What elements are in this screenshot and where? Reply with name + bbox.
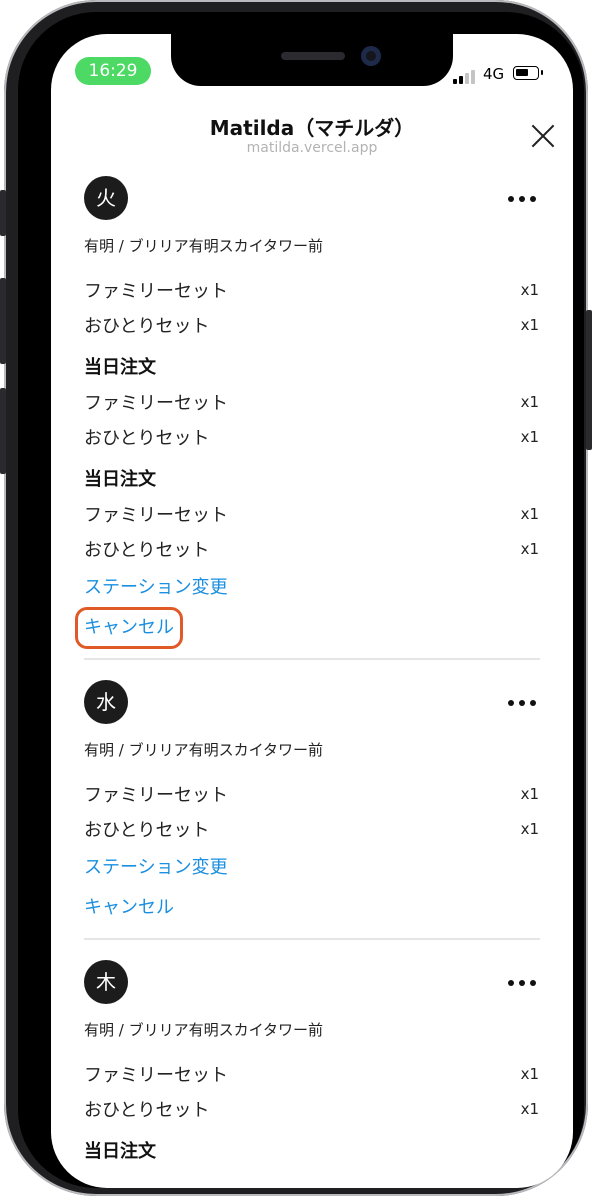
volume-up-button xyxy=(0,278,6,364)
phone-frame: 16:29 4G Matilda（マチルダ） matilda.vercel.ap… xyxy=(0,0,592,1196)
item-name: おひとりセット xyxy=(84,315,210,337)
power-button xyxy=(586,310,592,450)
phone-bezel: 16:29 4G Matilda（マチルダ） matilda.vercel.ap… xyxy=(18,12,584,1188)
order-item-row: おひとりセット x1 xyxy=(84,307,540,342)
day-header: 水 xyxy=(84,680,540,726)
station-name: 有明 / ブリリア有明スカイタワー前 xyxy=(84,237,323,255)
order-list: 火有明 / ブリリア有明スカイタワー前 ファミリーセット x1 おひとりセット x1 当日… xyxy=(75,176,540,1188)
order-group: ファミリーセット x1 おひとりセット x1 xyxy=(84,776,540,846)
mute-switch xyxy=(0,190,6,236)
item-name: ファミリーセット xyxy=(84,504,228,526)
item-quantity: x1 xyxy=(520,1099,539,1118)
order-group: ファミリーセット x1 おひとりセット x1 xyxy=(84,272,540,342)
day-header: 火 xyxy=(84,176,540,222)
station-name: 有明 / ブリリア有明スカイタワー前 xyxy=(84,741,323,759)
close-icon[interactable] xyxy=(529,122,557,150)
battery-icon xyxy=(513,66,543,80)
item-quantity: x1 xyxy=(520,784,539,803)
item-quantity: x1 xyxy=(520,819,539,838)
order-item-row: おひとりセット x1 xyxy=(84,1091,540,1126)
more-icon[interactable] xyxy=(508,980,536,986)
signal-icon xyxy=(453,68,479,84)
day-header: 木 xyxy=(84,960,540,1006)
group-title: 当日注文 xyxy=(84,357,156,378)
group-title: 当日注文 xyxy=(84,469,156,490)
group-title: 当日注文 xyxy=(84,1141,156,1162)
item-name: おひとりセット xyxy=(84,819,210,841)
change-station-link[interactable]: ステーション変更 xyxy=(84,856,540,880)
item-quantity: x1 xyxy=(520,280,539,299)
item-name: おひとりセット xyxy=(84,539,210,561)
cancel-link[interactable]: キャンセル xyxy=(75,607,183,649)
day-card: 木有明 / ブリリア有明スカイタワー前ファミリーセット x1 おひとりセット x1 当日… xyxy=(84,938,540,1188)
front-camera-icon xyxy=(361,46,381,66)
order-item-row: ファミリーセット x1 xyxy=(84,496,540,531)
status-time: 16:29 xyxy=(75,57,151,85)
cancel-link[interactable]: キャンセル xyxy=(84,896,174,920)
order-group: 当日注文ファミリーセット x1 おひとりセット x1 xyxy=(84,468,540,566)
item-quantity: x1 xyxy=(520,504,539,523)
station-name: 有明 / ブリリア有明スカイタワー前 xyxy=(84,1021,323,1039)
order-item-row: ファミリーセット x1 xyxy=(84,384,540,419)
item-name: おひとりセット xyxy=(84,1099,210,1121)
day-badge: 水 xyxy=(84,680,128,724)
order-item-row: ファミリーセット x1 xyxy=(84,272,540,307)
notch xyxy=(171,34,453,86)
item-name: ファミリーセット xyxy=(84,1064,228,1086)
item-name: ファミリーセット xyxy=(84,280,228,302)
item-quantity: x1 xyxy=(520,1064,539,1083)
order-item-row: おひとりセット x1 xyxy=(84,811,540,846)
order-group: 当日注文ファミリーセット x1 おひとりセット x1 xyxy=(84,356,540,454)
item-quantity: x1 xyxy=(520,539,539,558)
order-item-row: おひとりセット x1 xyxy=(84,531,540,566)
page-url: matilda.vercel.app xyxy=(246,140,378,156)
order-group: ファミリーセット x1 おひとりセット x1 xyxy=(84,1056,540,1126)
item-name: ファミリーセット xyxy=(84,784,228,806)
day-card: 水有明 / ブリリア有明スカイタワー前ファミリーセット x1 おひとりセット x1 ステ… xyxy=(84,658,540,938)
day-card: 火有明 / ブリリア有明スカイタワー前 ファミリーセット x1 おひとりセット x1 当日… xyxy=(75,176,540,658)
change-station-link[interactable]: ステーション変更 xyxy=(84,576,540,600)
item-quantity: x1 xyxy=(520,315,539,334)
item-quantity: x1 xyxy=(520,427,539,446)
speaker-grille xyxy=(281,52,345,60)
order-item-row: おひとりセット x1 xyxy=(84,419,540,454)
order-item-row: ファミリーセット x1 xyxy=(84,776,540,811)
item-name: おひとりセット xyxy=(84,427,210,449)
order-item-row: ファミリーセット x1 xyxy=(84,1056,540,1091)
volume-down-button xyxy=(0,388,6,474)
day-badge: 木 xyxy=(84,960,128,1004)
more-icon[interactable] xyxy=(508,700,536,706)
item-quantity: x1 xyxy=(520,392,539,411)
network-label: 4G xyxy=(483,65,505,83)
screen: 16:29 4G Matilda（マチルダ） matilda.vercel.ap… xyxy=(51,34,573,1188)
page-title: Matilda（マチルダ） xyxy=(209,116,415,140)
order-group: 当日注文 xyxy=(84,1140,540,1164)
more-icon[interactable] xyxy=(508,196,536,202)
item-name: ファミリーセット xyxy=(84,392,228,414)
day-badge: 火 xyxy=(84,176,128,220)
